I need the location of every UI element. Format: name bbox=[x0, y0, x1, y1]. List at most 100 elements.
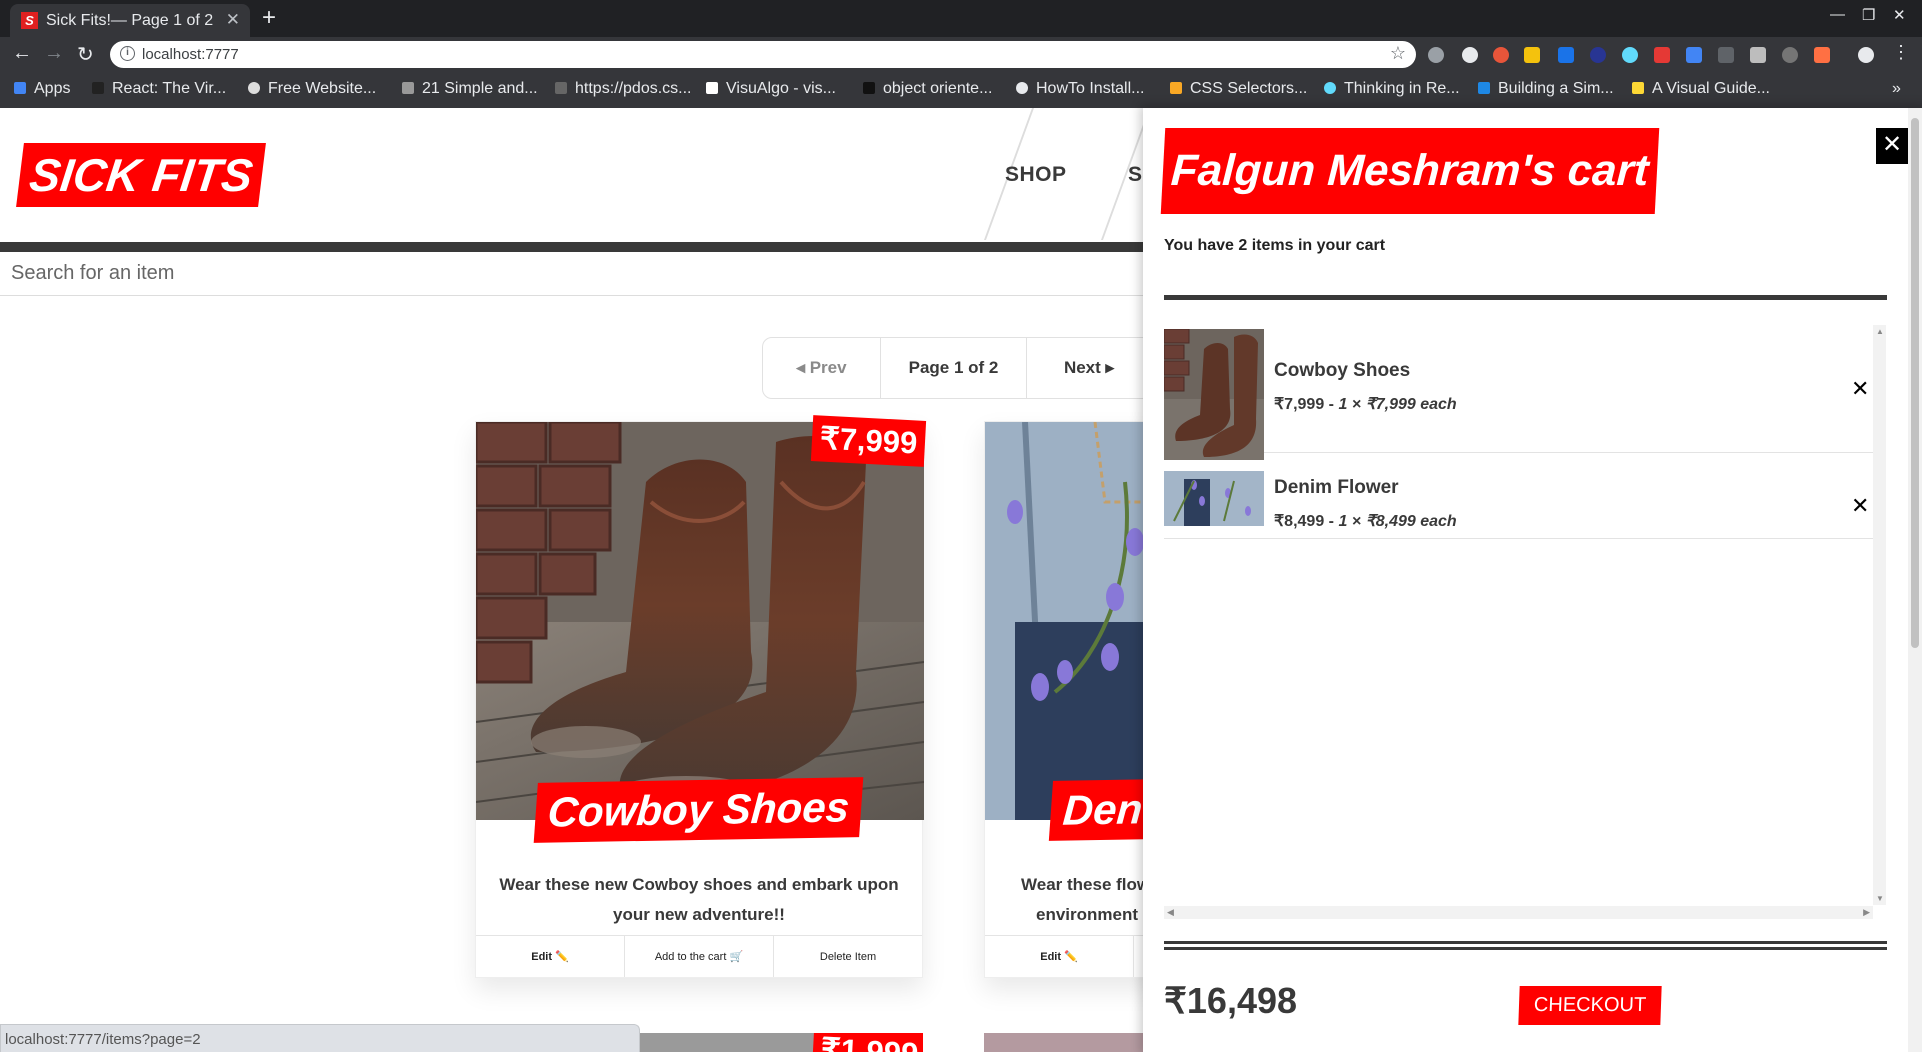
cart-item-name: Cowboy Shoes bbox=[1274, 360, 1411, 381]
add-to-cart-button[interactable]: Add to the cart 🛒 bbox=[625, 936, 774, 977]
cart-item-name: Denim Flower bbox=[1274, 477, 1399, 498]
bookmark-icon bbox=[1170, 82, 1182, 94]
scroll-left-icon[interactable]: ◀ bbox=[1167, 907, 1174, 918]
cart-item-image bbox=[1164, 471, 1264, 526]
browser-chrome: S Sick Fits!— Page 1 of 2 ✕ + — ❐ ✕ ← → … bbox=[0, 0, 1922, 108]
item-price-tag: ₹1,999 bbox=[811, 1033, 923, 1052]
checkout-button[interactable]: CHECKOUT bbox=[1518, 986, 1662, 1025]
maximize-icon[interactable]: ❐ bbox=[1862, 6, 1875, 24]
tab-strip: S Sick Fits!— Page 1 of 2 ✕ + — ❐ ✕ bbox=[0, 0, 1922, 37]
extension-icon[interactable] bbox=[1686, 47, 1702, 63]
scroll-down-icon[interactable]: ▼ bbox=[1876, 894, 1884, 903]
address-url[interactable]: localhost:7777 bbox=[142, 46, 239, 63]
remove-item-button[interactable]: ✕ bbox=[1851, 493, 1869, 519]
boots-thumbnail bbox=[1164, 329, 1264, 460]
cart-item-price: ₹8,499 - 1 × ₹8,499 each bbox=[1274, 513, 1457, 530]
cart-total: ₹16,498 bbox=[1164, 980, 1298, 1021]
bookmarks-overflow-icon[interactable]: » bbox=[1892, 80, 1901, 98]
cart-title: Falgun Meshram's cart bbox=[1160, 128, 1659, 214]
prev-page-link[interactable]: ◂ Prev bbox=[763, 338, 881, 398]
bookmark-item[interactable]: Building a Sim... bbox=[1478, 80, 1614, 98]
item-image[interactable] bbox=[476, 422, 924, 820]
nav-sell[interactable]: S bbox=[1128, 163, 1143, 187]
bookmark-icon bbox=[1632, 82, 1644, 94]
bookmark-icon bbox=[92, 82, 104, 94]
extension-icon[interactable] bbox=[1718, 47, 1734, 63]
next-page-link[interactable]: Next ▸ bbox=[1027, 338, 1151, 398]
remove-item-button[interactable]: ✕ bbox=[1851, 376, 1869, 402]
extension-icon[interactable] bbox=[1558, 47, 1574, 63]
bookmark-star-icon[interactable]: ☆ bbox=[1390, 43, 1406, 64]
pagination: ◂ Prev Page 1 of 2 Next ▸ bbox=[762, 337, 1152, 399]
new-tab-button[interactable]: + bbox=[262, 4, 276, 32]
browser-toolbar: ← → ↻ i localhost:7777 ☆ ⋮ bbox=[0, 37, 1922, 72]
favicon-icon: S bbox=[21, 12, 38, 29]
browser-tab[interactable]: S Sick Fits!— Page 1 of 2 ✕ bbox=[10, 4, 250, 37]
item-title[interactable]: Cowboy Shoes bbox=[533, 777, 864, 843]
github-icon bbox=[1016, 82, 1028, 94]
extension-icon[interactable] bbox=[1524, 47, 1540, 63]
minimize-icon[interactable]: — bbox=[1830, 6, 1845, 23]
reload-icon[interactable]: ↻ bbox=[77, 42, 94, 67]
cart-close-button[interactable]: ✕ bbox=[1876, 128, 1908, 164]
react-icon bbox=[1324, 82, 1336, 94]
bookmark-item[interactable]: VisuAlgo - vis... bbox=[706, 80, 836, 98]
bookmark-item[interactable]: Thinking in Re... bbox=[1324, 80, 1460, 98]
extension-icon[interactable] bbox=[1428, 47, 1444, 63]
apps-grid-icon bbox=[14, 82, 26, 94]
scrollbar-thumb[interactable] bbox=[1911, 118, 1919, 648]
bookmark-icon bbox=[706, 82, 718, 94]
cart-items-list: Cowboy Shoes ₹7,999 - 1 × ₹7,999 each ✕ … bbox=[1164, 320, 1875, 920]
profile-icon[interactable] bbox=[1858, 47, 1874, 63]
site-logo[interactable]: SICK FITS bbox=[16, 143, 267, 207]
bookmark-icon bbox=[1478, 82, 1490, 94]
extension-icon[interactable] bbox=[1782, 47, 1798, 63]
extension-icon[interactable] bbox=[1622, 47, 1638, 63]
scroll-right-icon[interactable]: ▶ bbox=[1863, 907, 1870, 918]
tab-title: Sick Fits!— Page 1 of 2 bbox=[46, 12, 214, 29]
back-icon[interactable]: ← bbox=[12, 42, 32, 65]
bookmark-item[interactable]: 21 Simple and... bbox=[402, 80, 538, 98]
forward-icon[interactable]: → bbox=[44, 42, 64, 65]
bookmark-icon bbox=[402, 82, 414, 94]
cart-vertical-scrollbar[interactable]: ▲ ▼ bbox=[1873, 325, 1886, 905]
extension-icon[interactable] bbox=[1493, 47, 1509, 63]
bookmark-icon bbox=[555, 82, 567, 94]
bookmark-icon bbox=[248, 82, 260, 94]
bookmark-item[interactable]: https://pdos.cs... bbox=[555, 80, 692, 98]
item-title[interactable]: Den bbox=[1048, 779, 1157, 841]
edit-item-button[interactable]: Edit ✏️ bbox=[985, 936, 1134, 977]
cart-horizontal-scrollbar[interactable]: ◀ ▶ bbox=[1164, 906, 1873, 919]
tab-close-icon[interactable]: ✕ bbox=[226, 10, 240, 30]
scroll-up-icon[interactable]: ▲ bbox=[1876, 327, 1884, 336]
bookmark-item[interactable]: Free Website... bbox=[248, 80, 376, 98]
status-bar: localhost:7777/items?page=2 bbox=[0, 1024, 640, 1052]
item-card: ₹7,999 Cowboy Shoes Wear these new Cowbo… bbox=[475, 415, 927, 978]
cart-item: Denim Flower ₹8,499 - 1 × ₹8,499 each ✕ bbox=[1164, 454, 1875, 539]
menu-icon[interactable]: ⋮ bbox=[1892, 42, 1910, 63]
bookmark-item[interactable]: React: The Vir... bbox=[92, 80, 226, 98]
extension-icon[interactable] bbox=[1654, 47, 1670, 63]
bookmark-item[interactable]: A Visual Guide... bbox=[1632, 80, 1770, 98]
bookmark-item[interactable]: CSS Selectors... bbox=[1170, 80, 1307, 98]
page-scrollbar[interactable] bbox=[1908, 108, 1922, 1052]
delete-item-button[interactable]: Delete Item bbox=[774, 936, 922, 977]
cart-item-price: ₹7,999 - 1 × ₹7,999 each bbox=[1274, 396, 1457, 413]
extension-icon[interactable] bbox=[1750, 47, 1766, 63]
extension-icon[interactable] bbox=[1590, 47, 1606, 63]
info-icon[interactable]: i bbox=[120, 46, 135, 61]
bookmarks-bar: Apps React: The Vir... Free Website... 2… bbox=[0, 72, 1922, 108]
item-price-tag: ₹7,999 bbox=[810, 415, 927, 467]
bookmark-item[interactable]: Apps bbox=[14, 80, 70, 98]
cart-footer-divider bbox=[1164, 941, 1887, 950]
bookmark-icon bbox=[863, 82, 875, 94]
address-bar[interactable]: i localhost:7777 ☆ bbox=[110, 41, 1416, 68]
extension-icon[interactable] bbox=[1814, 47, 1830, 63]
nav-shop[interactable]: SHOP bbox=[1005, 163, 1067, 187]
window-close-icon[interactable]: ✕ bbox=[1893, 6, 1906, 24]
bookmark-item[interactable]: HowTo Install... bbox=[1016, 80, 1144, 98]
cart-item-image bbox=[1164, 329, 1264, 460]
bookmark-item[interactable]: object oriente... bbox=[863, 80, 992, 98]
edit-item-button[interactable]: Edit ✏️ bbox=[476, 936, 625, 977]
extension-icon[interactable] bbox=[1462, 47, 1478, 63]
